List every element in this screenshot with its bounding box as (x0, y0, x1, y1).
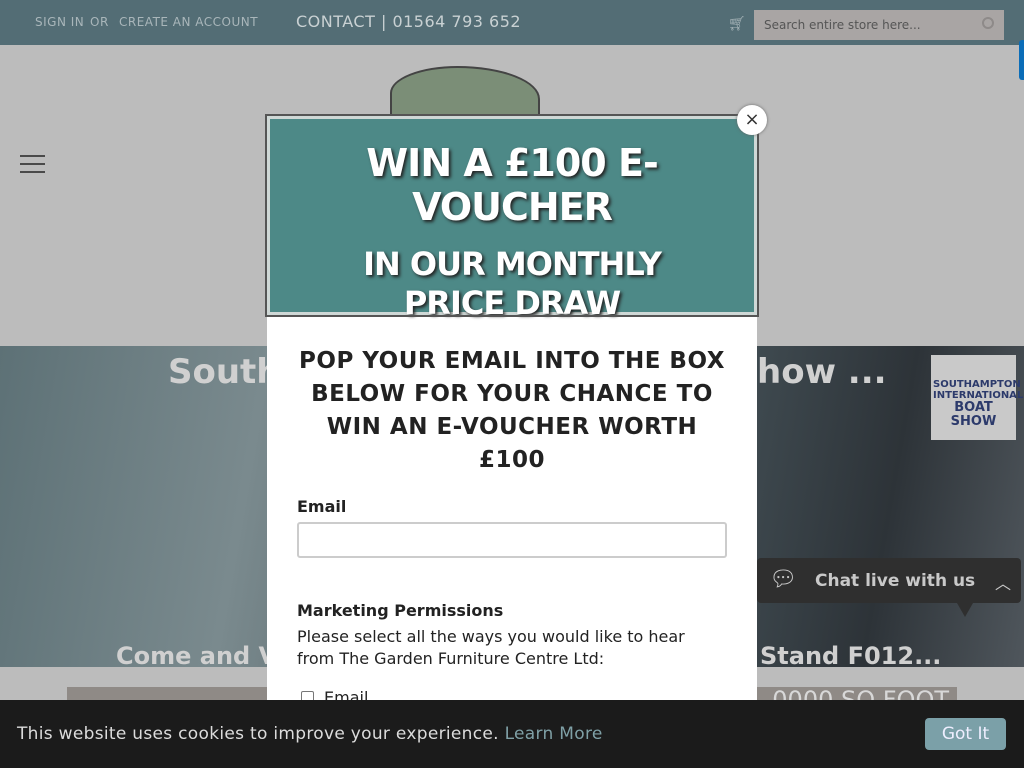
close-modal-button[interactable]: × (737, 105, 767, 135)
email-label: Email (297, 497, 347, 516)
menu-icon[interactable] (20, 155, 45, 179)
email-field[interactable] (297, 522, 727, 558)
learn-more-link[interactable]: Learn More (505, 724, 603, 744)
chat-bubbles-icon: 💬︎ (769, 567, 797, 592)
search-icon[interactable] (982, 17, 994, 29)
badge-line: SOUTHAMPTON (933, 379, 1021, 390)
search-input[interactable]: Search entire store here... (754, 10, 1004, 40)
search-placeholder: Search entire store here... (764, 18, 921, 32)
chevron-up-icon[interactable]: ︿ (995, 570, 1011, 594)
accept-cookies-button[interactable]: Got It (925, 718, 1006, 750)
top-bar: SIGN IN OR CREATE AN ACCOUNT CONTACT | 0… (0, 0, 1024, 45)
hero-title-left: South (168, 352, 281, 392)
or-text: OR (90, 15, 109, 29)
live-chat-widget[interactable]: 💬︎ Chat live with us ︿ (757, 558, 1021, 617)
banner-headline: WIN A £100 E-VOUCHER (366, 141, 658, 229)
modal-banner: WIN A £100 E-VOUCHER IN OUR MONTHLY PRICE… (265, 114, 759, 322)
cookie-message: This website uses cookies to improve you… (17, 724, 499, 744)
banner-subline: IN OUR MONTHLY (363, 245, 662, 283)
create-account-link[interactable]: CREATE AN ACCOUNT (119, 15, 258, 29)
cart-icon[interactable]: 🛒︎ (728, 16, 746, 32)
hero-caption-right: Stand F012... (760, 642, 942, 670)
sign-in-link[interactable]: SIGN IN (35, 15, 84, 29)
modal-title: POP YOUR EMAIL INTO THE BOX BELOW FOR YO… (299, 348, 725, 473)
cookie-banner: This website uses cookies to improve you… (0, 700, 1024, 768)
badge-line: BOAT SHOW (950, 400, 997, 430)
contact-phone[interactable]: CONTACT | 01564 793 652 (296, 12, 521, 31)
chat-label: Chat live with us (815, 571, 976, 591)
hero-title-right: how ... (757, 352, 887, 392)
permissions-title: Marketing Permissions (297, 601, 504, 620)
newsletter-modal: WIN A £100 E-VOUCHER IN OUR MONTHLY PRICE… (265, 114, 759, 716)
permissions-description: Please select all the ways you would lik… (297, 627, 685, 668)
boat-show-logo: SOUTHAMPTON INTERNATIONAL BOAT SHOW (931, 355, 1023, 440)
side-tab[interactable] (1019, 40, 1024, 80)
